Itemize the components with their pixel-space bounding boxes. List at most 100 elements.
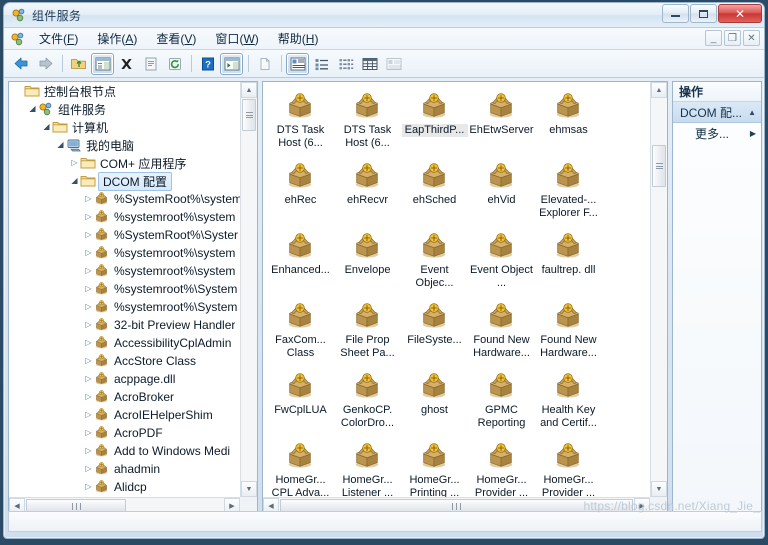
tree-item[interactable]: ▷ AcroPDF xyxy=(9,424,240,442)
chevron-up-icon[interactable]: ▲ xyxy=(748,108,756,117)
dcom-list-item[interactable]: GPMC Reporting xyxy=(468,368,535,438)
tree-expander-closed-icon[interactable]: ▷ xyxy=(83,321,94,329)
forward-button[interactable] xyxy=(34,53,57,75)
view-details-button[interactable] xyxy=(358,53,381,75)
dcom-list-item[interactable]: EapThirdP... xyxy=(401,88,468,158)
console-tree[interactable]: 控制台根节点 ◢ 组件服务 ◢ 计算机 ◢ 我的电脑 ▷ COM+ 应用程序 ◢ DCOM 配置 ▷%… xyxy=(9,82,240,497)
tree-item[interactable]: ▷ Add to Windows Medi xyxy=(9,442,240,460)
delete-button[interactable] xyxy=(115,53,138,75)
up-one-level-button[interactable] xyxy=(67,53,90,75)
mdi-close-button[interactable]: ✕ xyxy=(743,30,760,46)
tree-expander-closed-icon[interactable]: ▷ xyxy=(83,411,94,419)
tree-expander-closed-icon[interactable]: ▷ xyxy=(83,393,94,401)
dcom-list-item[interactable]: FileSyste... xyxy=(401,298,468,368)
view-small-icons-button[interactable] xyxy=(310,53,333,75)
close-button[interactable]: ✕ xyxy=(718,4,762,23)
tree-item[interactable]: ▷ %systemroot%\System xyxy=(9,280,240,298)
tree-scroll-down-button[interactable]: ▼ xyxy=(241,481,257,497)
dcom-list-item[interactable]: Envelope xyxy=(334,228,401,298)
tree-item[interactable]: ▷ Alidcp xyxy=(9,478,240,496)
dcom-list-item[interactable]: ehmsas xyxy=(535,88,602,158)
dcom-list-item[interactable]: DTS Task Host (6... xyxy=(267,88,334,158)
chevron-right-icon[interactable]: ▶ xyxy=(750,129,756,138)
dcom-list-item[interactable]: Enhanced... xyxy=(267,228,334,298)
tree-expander-open-icon[interactable]: ◢ xyxy=(55,141,66,149)
dcom-list[interactable]: DTS Task Host (6... DTS Task Host (6... Ea… xyxy=(263,82,650,497)
dcom-list-item[interactable]: Found New Hardware... xyxy=(535,298,602,368)
dcom-list-item[interactable]: Event Object ... xyxy=(468,228,535,298)
tree-item[interactable]: ▷ %systemroot%\system xyxy=(9,244,240,262)
dcom-list-item[interactable]: ehVid xyxy=(468,158,535,228)
mdi-minimize-button[interactable]: _ xyxy=(705,30,722,46)
view-tile-button[interactable] xyxy=(382,53,405,75)
tree-item[interactable]: ▷ %systemroot%\System xyxy=(9,298,240,316)
actions-item-more[interactable]: 更多... ▶ xyxy=(673,123,761,143)
mdi-restore-button[interactable]: ❐ xyxy=(724,30,741,46)
dcom-list-item[interactable]: HomeGr... CPL Adva... xyxy=(267,438,334,497)
tree-item[interactable]: ◢ 我的电脑 xyxy=(9,136,240,154)
tree-item[interactable]: ◢ DCOM 配置 xyxy=(9,171,240,191)
tree-expander-closed-icon[interactable]: ▷ xyxy=(83,213,94,221)
refresh-button[interactable] xyxy=(163,53,186,75)
dcom-list-item[interactable]: HomeGr... Printing ... xyxy=(401,438,468,497)
tree-vertical-scroll-thumb[interactable] xyxy=(242,99,256,131)
dcom-list-item[interactable]: HomeGr... Listener ... xyxy=(334,438,401,497)
tree-item[interactable]: ▷ %systemroot%\system xyxy=(9,208,240,226)
tree-item[interactable]: ▷ ahadmin xyxy=(9,460,240,478)
tree-item[interactable]: ▷ AccStore Class xyxy=(9,352,240,370)
tree-item[interactable]: ▷ 32-bit Preview Handler xyxy=(9,316,240,334)
dcom-list-item[interactable]: FaxCom... Class xyxy=(267,298,334,368)
actions-group-dcom-config[interactable]: DCOM 配... ▲ xyxy=(673,102,761,123)
dcom-list-item[interactable]: FwCplLUA xyxy=(267,368,334,438)
dcom-list-item[interactable]: Health Key and Certif... xyxy=(535,368,602,438)
tree-expander-open-icon[interactable]: ◢ xyxy=(69,177,80,185)
dcom-list-item[interactable]: DTS Task Host (6... xyxy=(334,88,401,158)
list-vertical-scroll-thumb[interactable] xyxy=(652,145,666,187)
dcom-list-item[interactable]: ehRec xyxy=(267,158,334,228)
dcom-list-item[interactable]: Found New Hardware... xyxy=(468,298,535,368)
tree-expander-closed-icon[interactable]: ▷ xyxy=(83,285,94,293)
back-button[interactable] xyxy=(10,53,33,75)
tree-vertical-scrollbar[interactable]: ▲ ▼ xyxy=(240,82,257,497)
dcom-list-item[interactable]: Event Objec... xyxy=(401,228,468,298)
dcom-list-item[interactable]: GenkoCP. ColorDro... xyxy=(334,368,401,438)
show-action-pane-button[interactable] xyxy=(220,52,243,75)
tree-expander-closed-icon[interactable]: ▷ xyxy=(83,465,94,473)
dcom-list-item[interactable]: ehRecvr xyxy=(334,158,401,228)
view-large-icons-button[interactable] xyxy=(286,52,309,75)
tree-expander-closed-icon[interactable]: ▷ xyxy=(83,231,94,239)
properties-button[interactable] xyxy=(139,53,162,75)
tree-item[interactable]: ▷ %SystemRoot%\system xyxy=(9,190,240,208)
tree-item[interactable]: ▷ COM+ 应用程序 xyxy=(9,154,240,172)
dcom-list-item[interactable]: faultrep. dll xyxy=(535,228,602,298)
tree-expander-closed-icon[interactable]: ▷ xyxy=(83,357,94,365)
list-scroll-down-button[interactable]: ▼ xyxy=(651,481,667,497)
tree-expander-open-icon[interactable]: ◢ xyxy=(41,123,52,131)
tree-expander-closed-icon[interactable]: ▷ xyxy=(83,339,94,347)
tree-item[interactable]: ◢ 组件服务 xyxy=(9,100,240,118)
minimize-button[interactable] xyxy=(662,4,689,23)
tree-item[interactable]: ▷ AccessibilityCplAdmin xyxy=(9,334,240,352)
tree-expander-closed-icon[interactable]: ▷ xyxy=(83,267,94,275)
tree-expander-closed-icon[interactable]: ▷ xyxy=(83,249,94,257)
tree-expander-closed-icon[interactable]: ▷ xyxy=(83,303,94,311)
dcom-list-item[interactable]: Elevated-... Explorer F... xyxy=(535,158,602,228)
view-list-button[interactable] xyxy=(334,53,357,75)
tree-item[interactable]: 控制台根节点 xyxy=(9,82,240,100)
help-button[interactable]: ? xyxy=(196,53,219,75)
dcom-list-item[interactable]: HomeGr... Provider ... xyxy=(468,438,535,497)
tree-item[interactable]: ▷ AcroIEHelperShim xyxy=(9,406,240,424)
tree-item[interactable]: ▷ AcroBroker xyxy=(9,388,240,406)
list-vertical-scrollbar[interactable]: ▲ ▼ xyxy=(650,82,667,497)
tree-expander-closed-icon[interactable]: ▷ xyxy=(83,483,94,491)
show-hide-tree-button[interactable] xyxy=(91,52,114,75)
tree-scroll-up-button[interactable]: ▲ xyxy=(241,82,257,98)
menu-file[interactable]: 文件(F) xyxy=(30,28,87,49)
export-list-button[interactable] xyxy=(253,53,276,75)
dcom-list-item[interactable]: ghost xyxy=(401,368,468,438)
menu-action[interactable]: 操作(A) xyxy=(88,28,146,49)
menu-window[interactable]: 窗口(W) xyxy=(206,28,267,49)
tree-expander-open-icon[interactable]: ◢ xyxy=(27,105,38,113)
list-scroll-up-button[interactable]: ▲ xyxy=(651,82,667,98)
tree-expander-closed-icon[interactable]: ▷ xyxy=(83,375,94,383)
